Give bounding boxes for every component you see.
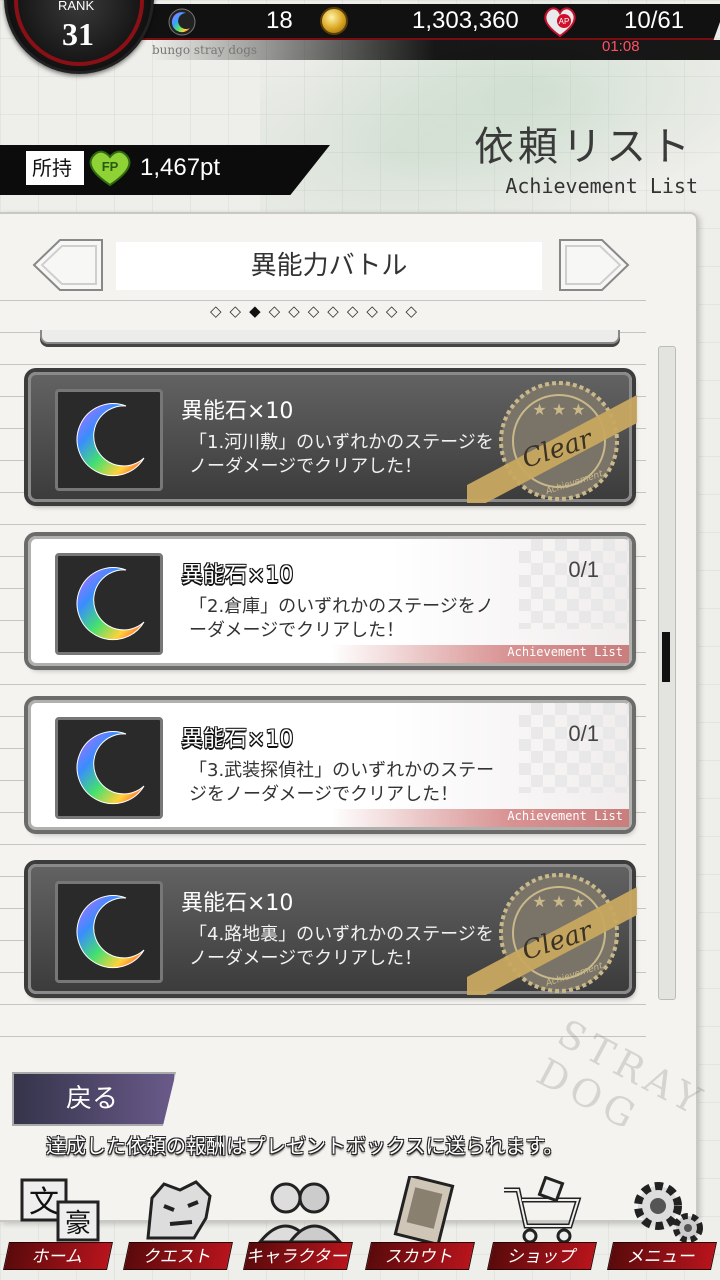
card-pattern (519, 703, 629, 793)
page-dot: ◇ (366, 302, 386, 320)
reward-icon-frame (55, 717, 163, 819)
card-footer-label: Achievement List (507, 645, 623, 659)
ability-stone-icon (76, 567, 145, 641)
card-footer-label: Achievement List (507, 809, 623, 823)
nav-label: スカウト (365, 1242, 475, 1270)
ability-stone-icon (76, 403, 145, 477)
game-tag: bungo stray dogs (152, 43, 258, 57)
fp-owned-label: 所持 (26, 151, 84, 185)
back-button[interactable]: 戻る (12, 1072, 176, 1126)
svg-text:文: 文 (29, 1185, 59, 1220)
coin-icon (320, 7, 348, 35)
nav-characters[interactable]: キャラクター (240, 1168, 356, 1280)
ap-timer: 01:08 (602, 38, 640, 55)
nav-quest[interactable]: クエスト (120, 1168, 236, 1280)
achievement-card[interactable]: 異能石×10 0/1 「3.武装探偵社」のいずれかのステージをノーダメージでクリ… (28, 700, 632, 830)
page-dot: ◇ (288, 302, 308, 320)
reward-title: 異能石×10 (181, 563, 294, 588)
fp-heart-icon: FP (89, 150, 131, 187)
page-dot: ◇ (346, 302, 367, 320)
tiger-icon (146, 1180, 212, 1240)
svg-text:AP: AP (559, 17, 570, 26)
reward-icon-frame (55, 553, 163, 655)
nav-menu[interactable]: メニュー (604, 1168, 720, 1280)
achievement-progress: 0/1 (568, 721, 599, 746)
fp-badge-text: FP (102, 159, 119, 174)
bungo-logo-icon: 文 豪 (20, 1178, 100, 1242)
achievement-description: 「4.路地裏」のいずれかのステージをノーダメージでクリアした！ (189, 924, 494, 969)
page-dot: ◇ (307, 302, 328, 320)
svg-text:豪: 豪 (65, 1209, 91, 1239)
achievement-description: 「3.武装探偵社」のいずれかのステージをノーダメージでクリアした！ (189, 760, 495, 805)
page-dot: ◇ (385, 302, 406, 320)
achievement-card[interactable]: 異能石×10 0/1 「2.倉庫」のいずれかのステージをノーダメージでクリアした… (28, 536, 632, 666)
bottom-nav: 文 豪 ホーム クエスト キャラクター スカウト ショップ メニュー (0, 1168, 720, 1280)
scrollbar-thumb[interactable] (662, 632, 670, 682)
svg-text:★ ★ ★: ★ ★ ★ (532, 400, 585, 419)
reward-icon-frame (55, 389, 163, 491)
page-dot-active: ◆ (249, 302, 269, 320)
page-title: 依頼リスト (474, 124, 694, 170)
nav-scout[interactable]: スカウト (362, 1168, 478, 1280)
book-icon (393, 1176, 455, 1246)
reward-title: 異能石×10 (181, 891, 294, 916)
nav-label: メニュー (607, 1242, 717, 1270)
fp-value: 1,467pt (140, 154, 221, 181)
page-dot: ◇ (229, 302, 250, 320)
ability-stone-icon (76, 895, 145, 969)
page-dot: ◇ (210, 302, 230, 320)
reward-notice: 達成した依頼の報酬はプレゼントボックスに送られます。 (46, 1134, 564, 1158)
rank-value: 31 (62, 16, 94, 52)
rank-label: RANK (58, 0, 95, 13)
achievement-description: 「1.河川敷」のいずれかのステージをノーダメージでクリアした！ (189, 432, 494, 477)
achievement-card[interactable]: 異能石×10 「1.河川敷」のいずれかのステージをノーダメージでクリアした！ ★… (28, 372, 637, 503)
svg-text:★ ★ ★: ★ ★ ★ (532, 892, 585, 911)
page-dot: ◇ (268, 302, 289, 320)
card-pattern (519, 539, 629, 629)
category-title: 異能力バトル (116, 242, 542, 290)
nav-label: クエスト (123, 1242, 233, 1270)
status-bar: RANK 31 18 1,303,360 AP 10/61 01:08 bung… (0, 0, 720, 74)
ap-count: 10/61 (624, 7, 685, 34)
page-dot: ◇ (327, 302, 347, 320)
clear-stamp: ★ ★ ★ Clear Achievement (467, 381, 637, 503)
page-subtitle: Achievement List (505, 174, 698, 198)
reward-title: 異能石×10 (181, 727, 294, 752)
cart-icon (504, 1176, 582, 1244)
clear-stamp: ★ ★ ★ Clear Achievement (467, 873, 637, 995)
achievement-progress: 0/1 (568, 557, 599, 582)
characters-icon (256, 1182, 344, 1244)
partial-card-edge (40, 330, 620, 344)
ability-stone-icon (76, 731, 145, 805)
achievement-card[interactable]: 異能石×10 「4.路地裏」のいずれかのステージをノーダメージでクリアした！ ★… (28, 864, 637, 995)
nav-label: ホーム (3, 1242, 113, 1270)
nav-label: キャラクター (243, 1242, 353, 1270)
nav-shop[interactable]: ショップ (484, 1168, 600, 1280)
stones-count: 18 (266, 7, 293, 34)
page-dot: ◇ (405, 302, 426, 320)
heart-icon: AP (544, 7, 576, 38)
achievement-description: 「2.倉庫」のいずれかのステージをノーダメージでクリアした！ (189, 596, 494, 641)
coins-count: 1,303,360 (412, 7, 519, 34)
prev-category-button[interactable] (30, 236, 104, 294)
nav-label: ショップ (487, 1242, 597, 1270)
gear-icon (634, 1182, 703, 1243)
reward-title: 異能石×10 (181, 399, 294, 424)
next-category-button[interactable] (558, 236, 632, 294)
ability-stone-icon (168, 8, 196, 36)
reward-icon-frame (55, 881, 163, 983)
page-indicator: ◇◇◆◇◇◇◇◇◇◇◇ (210, 302, 425, 320)
nav-home[interactable]: 文 豪 ホーム (0, 1168, 116, 1280)
